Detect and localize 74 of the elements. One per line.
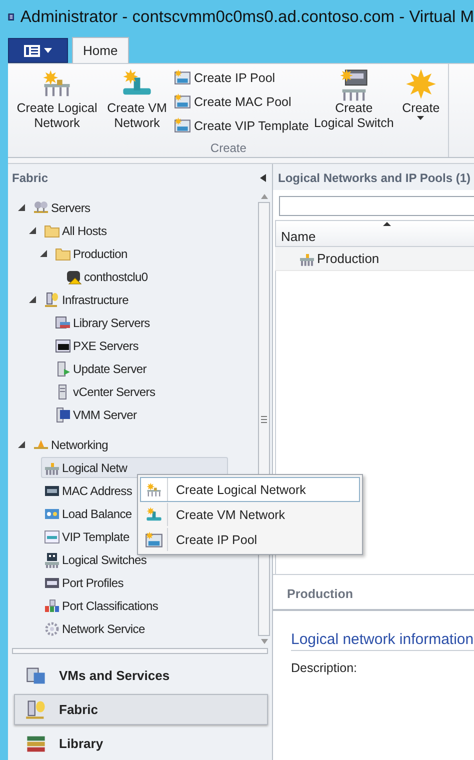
tree-item[interactable]: Update Server (52, 358, 150, 379)
ribbon-button[interactable]: Create MAC Pool (172, 92, 311, 111)
tree-item[interactable]: Network Service (41, 618, 148, 639)
switch-icon (44, 552, 60, 568)
ribbon-button[interactable]: Create IP Pool (172, 68, 311, 87)
tree-item[interactable]: conthostclu0 (63, 266, 151, 287)
pool-icon (174, 69, 191, 86)
table-row[interactable]: Production (275, 247, 474, 271)
workspace-button[interactable]: Library (14, 728, 268, 759)
server-update-icon (55, 360, 71, 376)
tree-item[interactable]: Infrastructure (41, 289, 132, 310)
column-header[interactable]: Name (275, 220, 474, 247)
grip-icon[interactable] (261, 416, 267, 422)
ribbon-dropdown-button[interactable]: Create (396, 64, 445, 120)
tree-item[interactable]: vCenter Servers (52, 381, 158, 402)
search-field[interactable] (279, 196, 474, 216)
template-icon (44, 528, 60, 544)
expanded-arrow-icon[interactable] (40, 250, 47, 257)
expanded-arrow-icon[interactable] (18, 441, 25, 448)
gear-icon (44, 620, 60, 636)
host-warning-icon (66, 268, 82, 284)
menu-icon (24, 44, 40, 56)
servers-icon (33, 200, 49, 216)
tree-item[interactable]: Load Balance (41, 503, 135, 524)
tree-item[interactable]: VMM Server (52, 404, 140, 425)
pool-icon (174, 117, 191, 134)
collapse-pane-icon[interactable] (260, 174, 266, 182)
menu-item[interactable]: Create VM Network (140, 502, 360, 527)
application-menu-button[interactable] (8, 38, 68, 63)
folder-icon (55, 246, 71, 262)
tree-item[interactable]: VIP Template (41, 526, 132, 547)
tree-item[interactable]: Logical Netw (41, 457, 228, 478)
library-server-icon (55, 314, 71, 330)
pool-icon (145, 530, 163, 548)
menu-item[interactable]: Create IP Pool (140, 527, 360, 552)
terminal-icon (55, 338, 71, 354)
expanded-arrow-icon[interactable] (29, 227, 36, 234)
tree-item[interactable]: Logical Switches (41, 549, 150, 570)
ribbon-button[interactable]: Create Logical Network (12, 64, 102, 131)
folder-icon (44, 222, 60, 238)
pipe-star-icon (145, 506, 163, 524)
caret-icon (417, 116, 424, 120)
tree-item[interactable]: Servers (30, 197, 94, 218)
pane-title: Logical Networks and IP Pools (1) (278, 171, 470, 185)
window-title: Administrator - contscvmm0c0ms0.ad.contoso.com - Virtual M (20, 8, 474, 26)
ribbon-tab[interactable]: Home (72, 37, 129, 63)
network-star-icon (145, 480, 163, 498)
workspace-button[interactable]: VMs and Services (14, 660, 268, 691)
caret-icon (44, 48, 52, 53)
menu-item[interactable]: Create Logical Network (140, 477, 360, 502)
tree-item[interactable]: MAC Address (41, 480, 136, 501)
port-classification-icon (44, 598, 60, 614)
tree-item[interactable]: Port Classifications (41, 595, 162, 616)
field-label: Description: (291, 661, 358, 675)
server-icon (44, 292, 60, 308)
sort-arrow-icon (383, 222, 391, 226)
ribbon-button[interactable]: Create VM Network (102, 64, 172, 131)
ribbon-button[interactable]: Create VIP Template (172, 116, 311, 135)
expanded-arrow-icon[interactable] (18, 204, 25, 211)
tree-item[interactable]: Production (52, 243, 130, 264)
tree-item[interactable]: Port Profiles (41, 572, 126, 593)
pane-title: Fabric (12, 171, 48, 185)
fabric-icon (25, 698, 47, 720)
tree-item[interactable]: Networking (30, 434, 112, 455)
section-heading: Logical network information (291, 631, 474, 651)
tree-item[interactable]: Library Servers (52, 312, 153, 333)
server-monitor-icon (55, 406, 71, 422)
ribbon-button[interactable]: Create Logical Switch (310, 64, 397, 131)
tree-item[interactable]: PXE Servers (52, 335, 142, 356)
group-label: Create (209, 141, 248, 157)
pool-icon (174, 93, 191, 110)
tree-item[interactable]: All Hosts (41, 220, 110, 241)
expanded-arrow-icon[interactable] (29, 296, 36, 303)
workspace-button[interactable]: Fabric (14, 694, 268, 725)
